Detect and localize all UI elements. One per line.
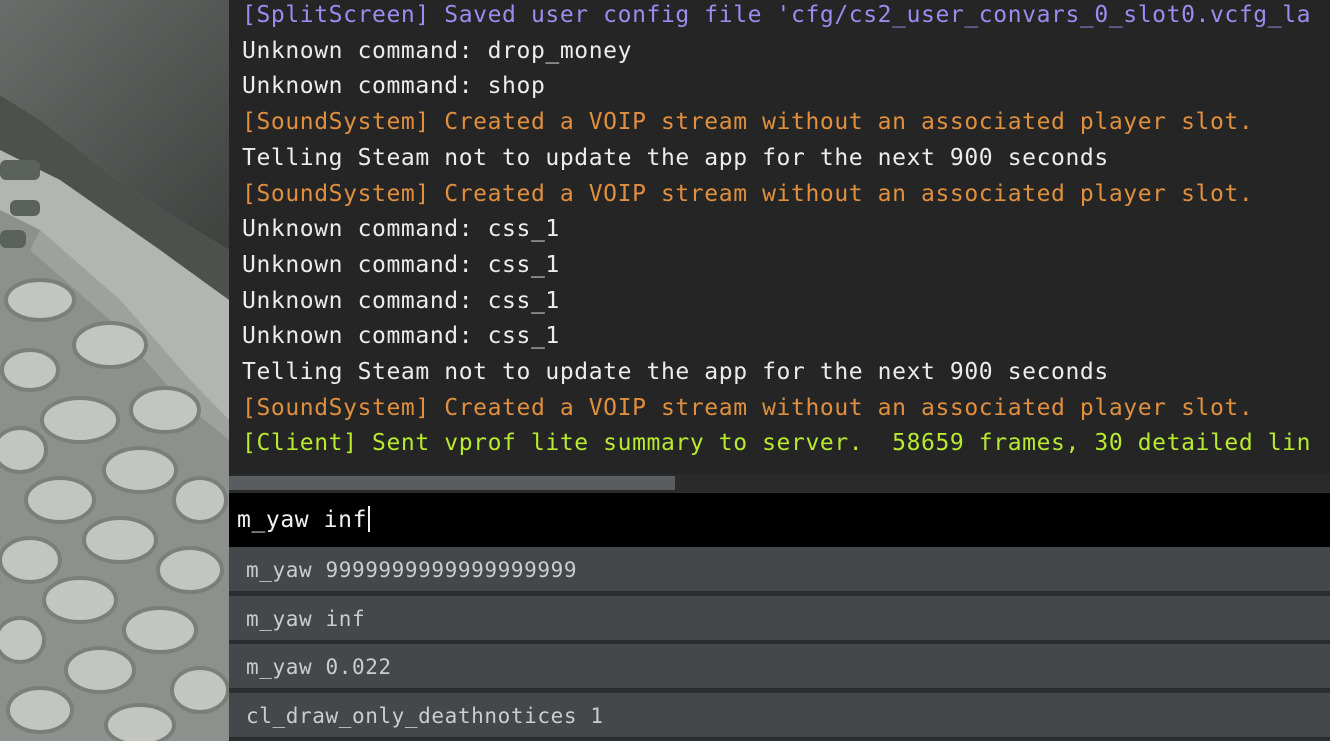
console-log: [SplitScreen] Saved user config file 'cf… <box>229 0 1330 474</box>
console-input-value: m_yaw inf <box>237 507 368 533</box>
log-line: Telling Steam not to update the app for … <box>242 359 1109 385</box>
text-caret <box>368 506 371 532</box>
log-line: [SoundSystem] Created a VOIP stream with… <box>242 109 1254 136</box>
autocomplete-suggestion[interactable]: m_yaw 9999999999999999999 <box>229 547 1330 593</box>
suggestion-label: m_yaw inf <box>246 606 366 631</box>
suggestion-label: m_yaw 9999999999999999999 <box>246 558 578 582</box>
developer-console: [SplitScreen] Saved user config file 'cf… <box>229 0 1330 741</box>
log-line: [SoundSystem] Created a VOIP stream with… <box>242 394 1254 421</box>
suggestion-label: m_yaw 0.022 <box>246 655 392 679</box>
scrollbar-thumb[interactable] <box>229 476 675 490</box>
log-line: Telling Steam not to update the app for … <box>242 144 1109 171</box>
log-line: [Client] Sent vprof lite summary to serv… <box>242 430 1312 457</box>
console-input[interactable]: m_yaw inf <box>237 501 371 539</box>
suggestion-label: cl_draw_only_deathnotices 1 <box>246 703 604 728</box>
game-screen: [SplitScreen] Saved user config file 'cf… <box>0 0 1330 741</box>
log-line: [SplitScreen] Saved user config file 'cf… <box>242 2 1312 28</box>
log-line: Unknown command: shop <box>242 73 546 100</box>
log-line: [SoundSystem] Created a VOIP stream with… <box>242 180 1254 207</box>
autocomplete-suggestion[interactable]: cl_draw_only_deathnotices 1 <box>229 692 1330 739</box>
log-line: Unknown command: drop_money <box>242 37 633 64</box>
log-line: Unknown command: css_1 <box>242 323 560 350</box>
console-input-row[interactable]: m_yaw inf <box>229 492 1330 547</box>
autocomplete-suggestion[interactable]: m_yaw 0.022 <box>229 644 1330 690</box>
autocomplete-list: m_yaw 9999999999999999999 m_yaw inf m_yaw … <box>229 547 1330 741</box>
log-line: Unknown command: css_1 <box>242 287 560 314</box>
autocomplete-suggestion[interactable]: m_yaw inf <box>229 595 1330 642</box>
horizontal-scrollbar[interactable] <box>229 474 1330 492</box>
log-line: Unknown command: css_1 <box>242 251 560 278</box>
log-line: Unknown command: css_1 <box>242 216 560 243</box>
